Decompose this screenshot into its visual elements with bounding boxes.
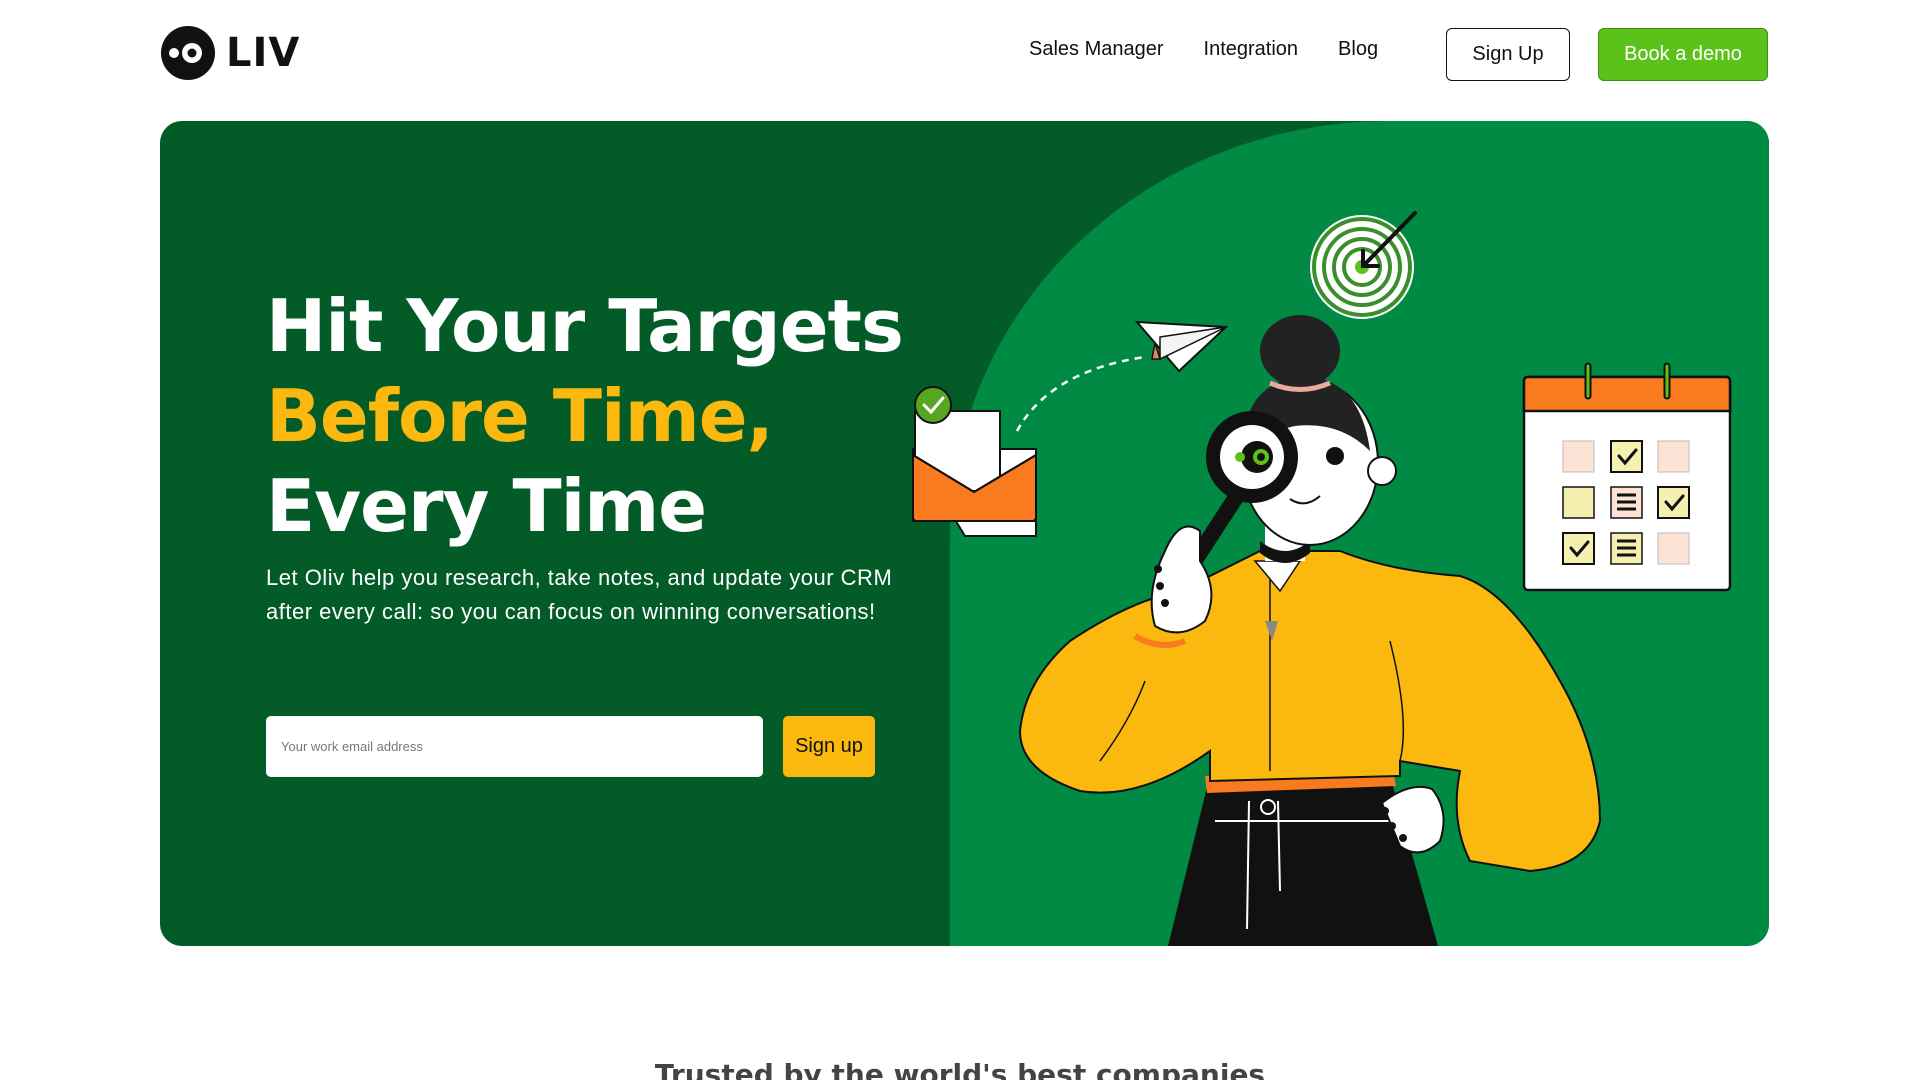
calendar-icon [1522, 362, 1732, 592]
header-signup-button[interactable]: Sign Up [1446, 28, 1570, 81]
target-icon [1310, 211, 1417, 319]
checkmark-icon [914, 386, 952, 424]
trusted-heading: Trusted by the world's best companies [654, 1058, 1266, 1080]
book-demo-button[interactable]: Book a demo [1598, 28, 1768, 81]
paper-plane-icon [1134, 320, 1229, 373]
hero-section: Hit Your Targets Before Time, Every Time… [160, 121, 1769, 946]
brand-logo[interactable]: LIV [160, 25, 300, 81]
site-header: LIV Sales Manager Integration Blog Sign … [0, 0, 1920, 108]
logo-mark-icon [161, 26, 215, 80]
main-nav: Sales Manager Integration Blog [1029, 38, 1378, 61]
nav-blog[interactable]: Blog [1338, 38, 1378, 61]
brand-name: LIV [226, 30, 301, 76]
character-illustration [1018, 315, 1602, 946]
hero-illustration [911, 211, 1732, 946]
nav-integration[interactable]: Integration [1204, 38, 1299, 61]
nav-sales-manager[interactable]: Sales Manager [1029, 38, 1164, 61]
